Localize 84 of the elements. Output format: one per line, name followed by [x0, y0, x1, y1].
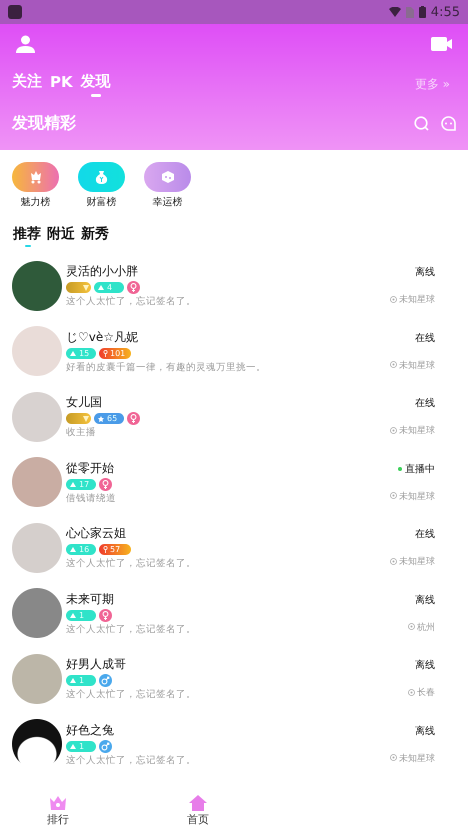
location-icon [390, 754, 397, 762]
user-location: 未知星球 [399, 294, 435, 306]
level-badge: 1 [66, 740, 96, 752]
user-name: 灵活的小小胖 [66, 263, 139, 280]
user-bio: 这个人太忙了，忘记签名了。 [66, 754, 197, 767]
dice-icon [160, 170, 174, 184]
user-bio: 借钱请绕道 [66, 492, 117, 505]
location-icon [408, 623, 415, 632]
user-location: 未知星球 [399, 556, 435, 568]
ranking-button[interactable] [78, 162, 125, 192]
location-icon [390, 492, 397, 500]
battery-icon [418, 6, 426, 18]
user-location: 杭州 [417, 622, 435, 634]
female-icon [99, 608, 112, 622]
chat-icon[interactable] [441, 116, 456, 131]
location-icon [390, 296, 397, 304]
user-name: 未来可期 [66, 590, 115, 608]
feed-tab[interactable]: 推荐 [13, 225, 41, 247]
level-badge: 4 [94, 282, 124, 294]
user-location: 长春 [417, 686, 435, 700]
user-location: 未知星球 [399, 752, 435, 765]
avatar[interactable] [12, 260, 62, 311]
user-bio: 这个人太忙了，忘记签名了。 [66, 295, 197, 308]
crown-icon [49, 795, 67, 811]
location-icon [408, 688, 415, 697]
home-icon [189, 795, 207, 811]
user-name: 從零开始 [66, 460, 115, 477]
user-status: 在线 [415, 528, 435, 542]
level-badge: 1 [66, 675, 96, 686]
user-name: 心心家云姐 [66, 525, 127, 542]
ranking-button[interactable] [12, 162, 59, 192]
search-icon[interactable] [414, 116, 429, 131]
location-icon [390, 426, 397, 435]
ranking-label: 财富榜 [86, 196, 116, 209]
charm-badge: 57 [99, 544, 131, 556]
female-icon [127, 412, 140, 426]
feed-tab[interactable]: 新秀 [81, 225, 109, 247]
user-name: 好色之兔 [66, 722, 115, 739]
feed-tab[interactable]: 附近 [47, 225, 75, 247]
ranking-label: 幸运榜 [152, 196, 182, 209]
user-location: 未知星球 [399, 490, 435, 503]
level-badge: 17 [66, 478, 96, 490]
nav-item[interactable]: 排行 [47, 792, 69, 832]
user-status: 离线 [415, 658, 435, 672]
app-icon [8, 5, 22, 19]
level-badge: 15 [66, 348, 96, 359]
user-bio: 这个人太忙了，忘记签名了。 [66, 622, 197, 636]
money-bag-icon [95, 170, 108, 184]
user-status: 离线 [415, 266, 435, 280]
male-icon [99, 740, 112, 753]
location-icon [390, 558, 397, 566]
level-badge: 1 [66, 610, 96, 621]
video-camera-icon[interactable] [431, 37, 452, 51]
user-name: じ♡vè☆凡妮 [66, 328, 139, 346]
male-icon [99, 674, 112, 688]
user-bio: 好看的皮囊千篇一律，有趣的灵魂万里挑一。 [66, 360, 267, 374]
user-name: 女儿国 [66, 394, 103, 412]
nav-item[interactable]: 首页 [187, 792, 209, 832]
section-title: 发现精彩 [12, 113, 76, 134]
female-icon [99, 478, 112, 491]
profile-icon[interactable] [16, 35, 35, 53]
wifi-icon [388, 7, 401, 17]
vip-badge [66, 413, 91, 424]
user-location: 未知星球 [399, 424, 435, 438]
user-status: 直播中 [405, 462, 435, 476]
user-name: 好男人成哥 [66, 656, 127, 674]
user-status: 离线 [415, 594, 435, 607]
user-bio: 这个人太忙了，忘记签名了。 [66, 688, 197, 702]
user-status: 在线 [415, 396, 435, 410]
no-sim-icon [406, 6, 414, 18]
user-bio: 收主播 [66, 426, 97, 440]
vip-badge [66, 282, 91, 294]
female-icon [127, 281, 140, 294]
location-icon [390, 361, 397, 370]
user-bio: 这个人太忙了，忘记签名了。 [66, 557, 197, 570]
user-location: 未知星球 [399, 360, 435, 372]
user-status: 离线 [415, 724, 435, 738]
charm-badge: 101 [99, 348, 131, 359]
ranking-label: 魅力榜 [20, 196, 50, 209]
ranking-button[interactable] [144, 162, 191, 192]
status-time: 4:55 [430, 4, 460, 20]
level-badge: 16 [66, 544, 96, 556]
level-badge: 65 [94, 413, 124, 424]
user-status: 在线 [415, 332, 435, 345]
